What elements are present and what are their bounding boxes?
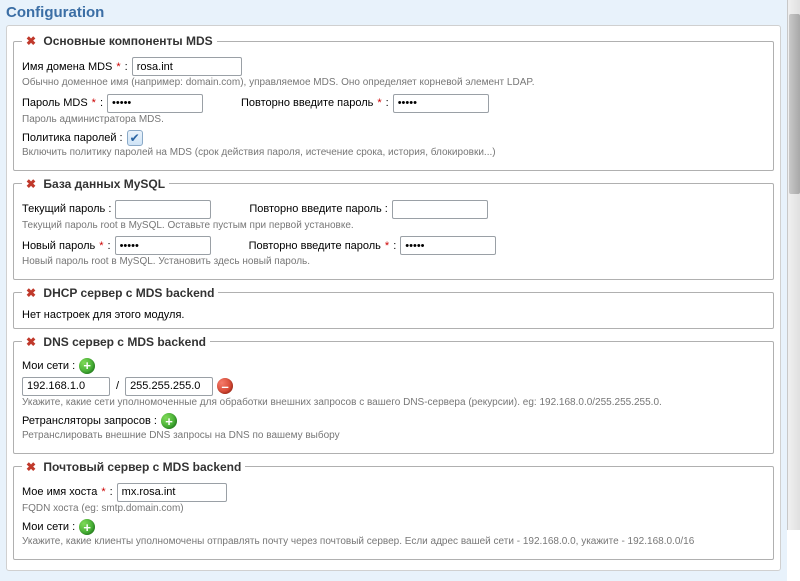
legend-text: База данных MySQL xyxy=(43,177,165,191)
mail-host-hint: FQDN хоста (eg: smtp.domain.com) xyxy=(22,503,765,516)
mds-domain-input[interactable] xyxy=(132,57,242,76)
required-star: * xyxy=(385,240,389,252)
dns-net-input[interactable] xyxy=(22,377,110,396)
mds-domain-label: Имя домена MDS xyxy=(22,61,112,73)
mds-password-hint: Пароль администратора MDS. xyxy=(22,114,765,127)
dns-forwarders-hint: Ретранслировать внешние DNS запросы на D… xyxy=(22,430,765,443)
colon: : xyxy=(110,486,113,498)
add-icon[interactable]: + xyxy=(79,519,95,535)
legend-text: Основные компоненты MDS xyxy=(43,34,212,48)
required-star: * xyxy=(101,486,105,498)
scrollbar-thumb[interactable] xyxy=(789,14,800,194)
required-star: * xyxy=(377,97,381,109)
legend-text: DNS сервер с MDS backend xyxy=(43,335,206,349)
mysql-new-input[interactable] xyxy=(115,236,211,255)
dhcp-empty-text: Нет настроек для этого модуля. xyxy=(22,309,185,321)
mysql-current2-label: Повторно введите пароль : xyxy=(249,203,387,215)
mds-policy-checkbox[interactable]: ✔ xyxy=(127,130,143,146)
section-mail: ✖ Почтовый сервер с MDS backend Мое имя … xyxy=(13,460,774,560)
mds-password2-label: Повторно введите пароль xyxy=(241,97,373,109)
legend-mds: ✖ Основные компоненты MDS xyxy=(22,34,217,48)
colon: : xyxy=(108,240,111,252)
close-icon[interactable]: ✖ xyxy=(26,177,36,191)
section-mds: ✖ Основные компоненты MDS Имя домена MDS… xyxy=(13,34,774,171)
legend-dns: ✖ DNS сервер с MDS backend xyxy=(22,335,210,349)
mysql-new-label: Новый пароль xyxy=(22,240,95,252)
section-mysql: ✖ База данных MySQL Текущий пароль : Пов… xyxy=(13,177,774,280)
colon: : xyxy=(386,97,389,109)
vertical-scrollbar[interactable] xyxy=(787,0,800,530)
required-star: * xyxy=(99,240,103,252)
dns-forwarders-label: Ретрансляторы запросов : xyxy=(22,415,157,427)
legend-text: DHCP сервер с MDS backend xyxy=(43,286,214,300)
add-icon[interactable]: + xyxy=(79,358,95,374)
close-icon[interactable]: ✖ xyxy=(26,34,36,48)
mds-domain-hint: Обычно доменное имя (например: domain.co… xyxy=(22,77,765,90)
remove-icon[interactable]: – xyxy=(217,378,233,394)
legend-mail: ✖ Почтовый сервер с MDS backend xyxy=(22,460,245,474)
mail-nets-label: Мои сети : xyxy=(22,521,75,533)
mysql-current-input[interactable] xyxy=(115,200,211,219)
section-dhcp: ✖ DHCP сервер с MDS backend Нет настроек… xyxy=(13,286,774,329)
dns-nets-hint: Укажите, какие сети уполномоченные для о… xyxy=(22,397,765,410)
mysql-new2-label: Повторно введите пароль xyxy=(249,240,381,252)
mysql-new2-input[interactable] xyxy=(400,236,496,255)
colon: : xyxy=(100,97,103,109)
mysql-current-label: Текущий пароль : xyxy=(22,203,111,215)
colon: : xyxy=(125,61,128,73)
required-star: * xyxy=(92,97,96,109)
mail-host-label: Мое имя хоста xyxy=(22,486,97,498)
required-star: * xyxy=(116,61,120,73)
dns-mask-input[interactable] xyxy=(125,377,213,396)
mds-password2-input[interactable] xyxy=(393,94,489,113)
mail-nets-hint: Укажите, какие клиенты уполномочены отпр… xyxy=(22,536,765,549)
mds-password-label: Пароль MDS xyxy=(22,97,88,109)
mysql-new-hint: Новый пароль root в MySQL. Установить зд… xyxy=(22,256,765,269)
mds-policy-label: Политика паролей : xyxy=(22,132,123,144)
mds-policy-hint: Включить политику паролей на MDS (срок д… xyxy=(22,147,765,160)
mysql-current2-input[interactable] xyxy=(392,200,488,219)
mysql-current-hint: Текущий пароль root в MySQL. Оставьте пу… xyxy=(22,220,765,233)
close-icon[interactable]: ✖ xyxy=(26,460,36,474)
close-icon[interactable]: ✖ xyxy=(26,286,36,300)
legend-dhcp: ✖ DHCP сервер с MDS backend xyxy=(22,286,218,300)
dns-nets-label: Мои сети : xyxy=(22,360,75,372)
add-icon[interactable]: + xyxy=(161,413,177,429)
page-title: Configuration xyxy=(0,0,787,25)
section-dns: ✖ DNS сервер с MDS backend Мои сети : + … xyxy=(13,335,774,454)
close-icon[interactable]: ✖ xyxy=(26,335,36,349)
legend-text: Почтовый сервер с MDS backend xyxy=(43,460,241,474)
mail-host-input[interactable] xyxy=(117,483,227,502)
slash: / xyxy=(114,380,121,392)
colon: : xyxy=(393,240,396,252)
legend-mysql: ✖ База данных MySQL xyxy=(22,177,169,191)
mds-password-input[interactable] xyxy=(107,94,203,113)
